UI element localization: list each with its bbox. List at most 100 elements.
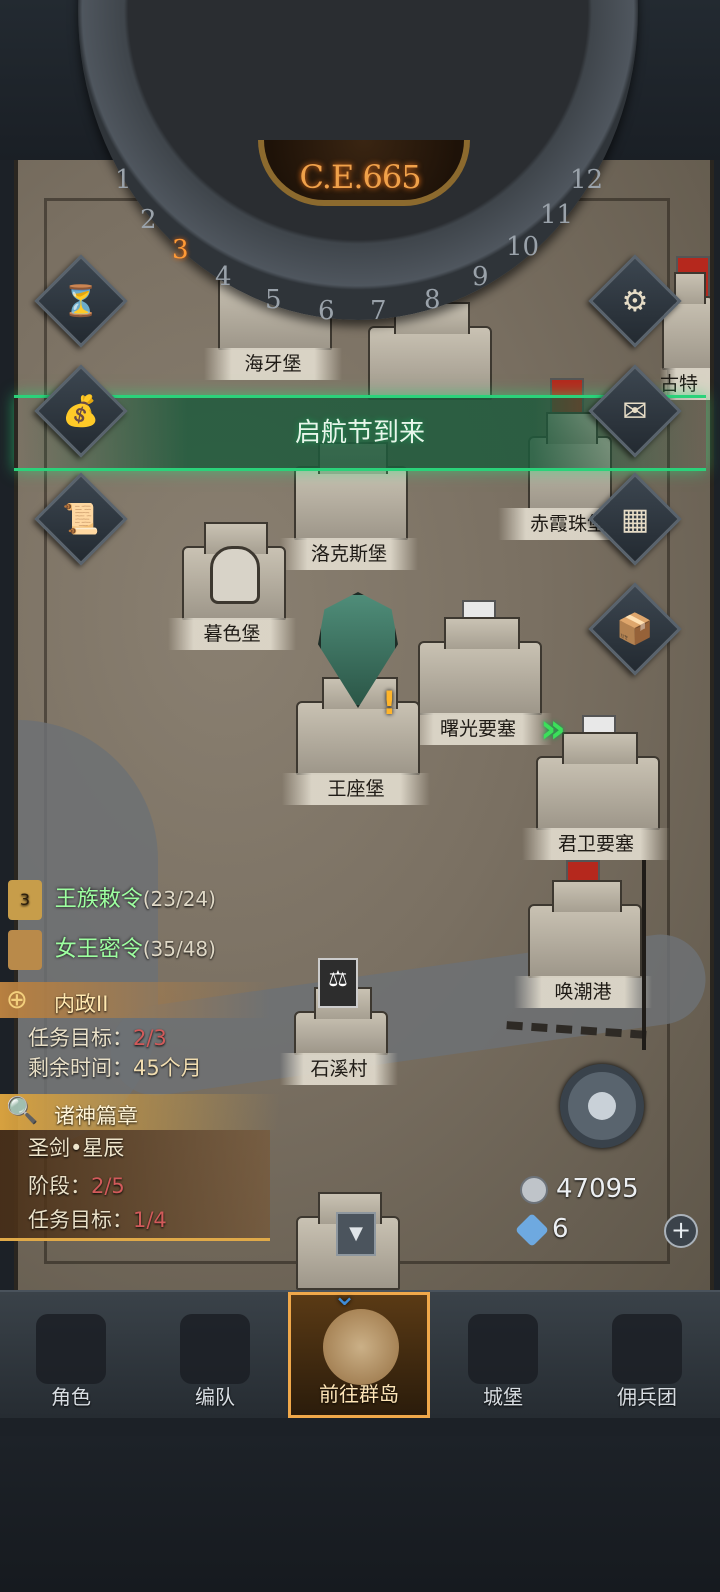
nav-label: 佣兵团 — [617, 1385, 677, 1409]
location-locks[interactable]: 洛克斯堡 — [280, 442, 418, 570]
time-value: 45个月 — [133, 1056, 202, 1080]
route-path-vertical — [642, 860, 646, 1050]
gear-icon: ⚙ — [621, 283, 649, 319]
time-label: 剩余时间： — [28, 1056, 133, 1080]
location-shuguang[interactable]: 曙光要塞 — [404, 600, 552, 745]
supplies-icon: 📦 — [616, 611, 654, 647]
next-arrows-icon[interactable]: » — [540, 706, 566, 752]
location-label: 王座堡 — [282, 773, 430, 805]
helmet-icon — [180, 1314, 250, 1384]
crosshair-icon — [588, 1092, 616, 1120]
month-1[interactable]: 1 — [115, 165, 132, 195]
month-5[interactable]: 5 — [265, 285, 282, 315]
location-throne[interactable]: 王座堡 — [282, 677, 430, 805]
nav-label: 前往群岛 — [319, 1382, 399, 1406]
location-label: 暮色堡 — [168, 618, 296, 650]
castle-icon — [294, 442, 408, 540]
nav-character[interactable]: 角色 — [0, 1292, 142, 1418]
castle-icon — [418, 617, 542, 715]
month-9[interactable]: 9 — [472, 262, 489, 292]
quest-gods-subtitle: 圣剑•星辰 — [28, 1136, 125, 1160]
order-name: 王族敕令 — [54, 887, 143, 912]
goal-value: 1/4 — [133, 1208, 167, 1232]
secret-letter-icon — [8, 930, 42, 970]
order-progress: (23/24) — [142, 887, 216, 911]
location-label: 曙光要塞 — [404, 713, 552, 745]
collapse-arrow-icon: ▼ — [349, 1223, 363, 1244]
stage-label: 阶段： — [28, 1174, 91, 1198]
month-2[interactable]: 2 — [140, 205, 157, 235]
quest-gods-stage: 阶段：2/5 — [28, 1170, 125, 1200]
scroll-icon: 📜 — [62, 501, 100, 537]
crystal-amount: 6 — [552, 1214, 569, 1244]
crystal-icon — [515, 1212, 549, 1247]
nav-formation[interactable]: 编队 — [144, 1292, 286, 1418]
quest-domestic-header[interactable]: ⊕ 内政II — [0, 982, 270, 1018]
village-icon — [294, 987, 388, 1055]
order-queen[interactable]: 女王密令(35/48) — [8, 930, 216, 970]
nav-islands[interactable]: 前往群岛 — [288, 1292, 430, 1418]
castle-icon — [296, 677, 420, 775]
lock-icon — [210, 546, 260, 604]
location-label: 君卫要塞 — [522, 828, 670, 860]
add-resource-button[interactable]: + — [664, 1214, 698, 1248]
crystal-resource: 6 — [515, 1212, 569, 1247]
knight-icon — [36, 1314, 106, 1384]
nav-label: 角色 — [51, 1385, 91, 1409]
month-7[interactable]: 7 — [370, 296, 387, 326]
quest-domestic-time: 剩余时间：45个月 — [28, 1052, 202, 1082]
magnifier-icon: 🔍 — [6, 1096, 39, 1126]
quest-gods-goal: 任务目标：1/4 — [28, 1204, 167, 1234]
location-label: 洛克斯堡 — [280, 538, 418, 570]
silver-resource: 47095 — [520, 1174, 639, 1204]
order-name: 女王密令 — [54, 937, 143, 962]
layout-icon: ▦ — [620, 501, 650, 537]
month-11[interactable]: 11 — [540, 200, 573, 230]
silver-coin-icon — [520, 1175, 548, 1204]
month-10[interactable]: 10 — [506, 232, 539, 262]
banner-icon — [612, 1314, 682, 1384]
recenter-button[interactable] — [560, 1064, 644, 1148]
silver-amount: 47095 — [556, 1174, 639, 1204]
scales-banner-icon: ⚖ — [318, 958, 358, 1008]
alert-icon[interactable]: ! — [382, 684, 397, 722]
quest-title: 诸神篇章 — [54, 1104, 138, 1128]
globe-icon — [323, 1309, 399, 1385]
month-12[interactable]: 12 — [570, 165, 603, 195]
castle-icon — [368, 302, 492, 400]
location-muse[interactable]: 暮色堡 — [168, 522, 296, 650]
location-huanchao[interactable]: 唤潮港 — [514, 860, 652, 1008]
goal-label: 任务目标： — [28, 1208, 133, 1232]
money-bag-icon: 💰 — [62, 393, 100, 429]
location-label: 石溪村 — [280, 1053, 398, 1085]
mail-icon: ✉ — [622, 393, 648, 429]
selected-chevron-icon: ⌄ — [332, 1278, 358, 1313]
nav-castle[interactable]: 城堡 — [432, 1292, 574, 1418]
month-8[interactable]: 8 — [424, 285, 441, 315]
goal-value: 2/3 — [133, 1026, 167, 1050]
nav-label: 编队 — [195, 1385, 235, 1409]
location-junwei[interactable]: 君卫要塞 — [522, 715, 670, 860]
goal-label: 任务目标： — [28, 1026, 133, 1050]
bottom-letterbox — [0, 1436, 720, 1592]
month-6[interactable]: 6 — [318, 296, 335, 326]
quest-domestic-goal: 任务目标：2/3 — [28, 1022, 167, 1052]
order-royal[interactable]: 3 王族敕令(23/24) — [8, 880, 216, 920]
collapse-button[interactable]: ▼ — [336, 1212, 376, 1256]
target-icon: ⊕ — [6, 985, 28, 1015]
hourglass-icon: ⏳ — [62, 283, 100, 319]
order-count-badge: 3 — [19, 890, 31, 909]
nav-label: 城堡 — [483, 1385, 523, 1409]
stage-value: 2/5 — [91, 1174, 125, 1198]
quest-gods-header[interactable]: 🔍 诸神篇章 — [0, 1094, 280, 1130]
month-4[interactable]: 4 — [215, 262, 232, 292]
month-3-current[interactable]: 3 — [172, 235, 189, 265]
castle-icon — [536, 732, 660, 830]
quest-title: 内政II — [54, 992, 109, 1016]
nav-mercenary[interactable]: 佣兵团 — [576, 1292, 718, 1418]
royal-decree-icon: 3 — [8, 880, 42, 920]
order-progress: (35/48) — [142, 937, 216, 961]
current-year: C.E.665 — [299, 158, 421, 196]
castle-icon — [528, 880, 642, 978]
location-label: 海牙堡 — [204, 348, 342, 380]
